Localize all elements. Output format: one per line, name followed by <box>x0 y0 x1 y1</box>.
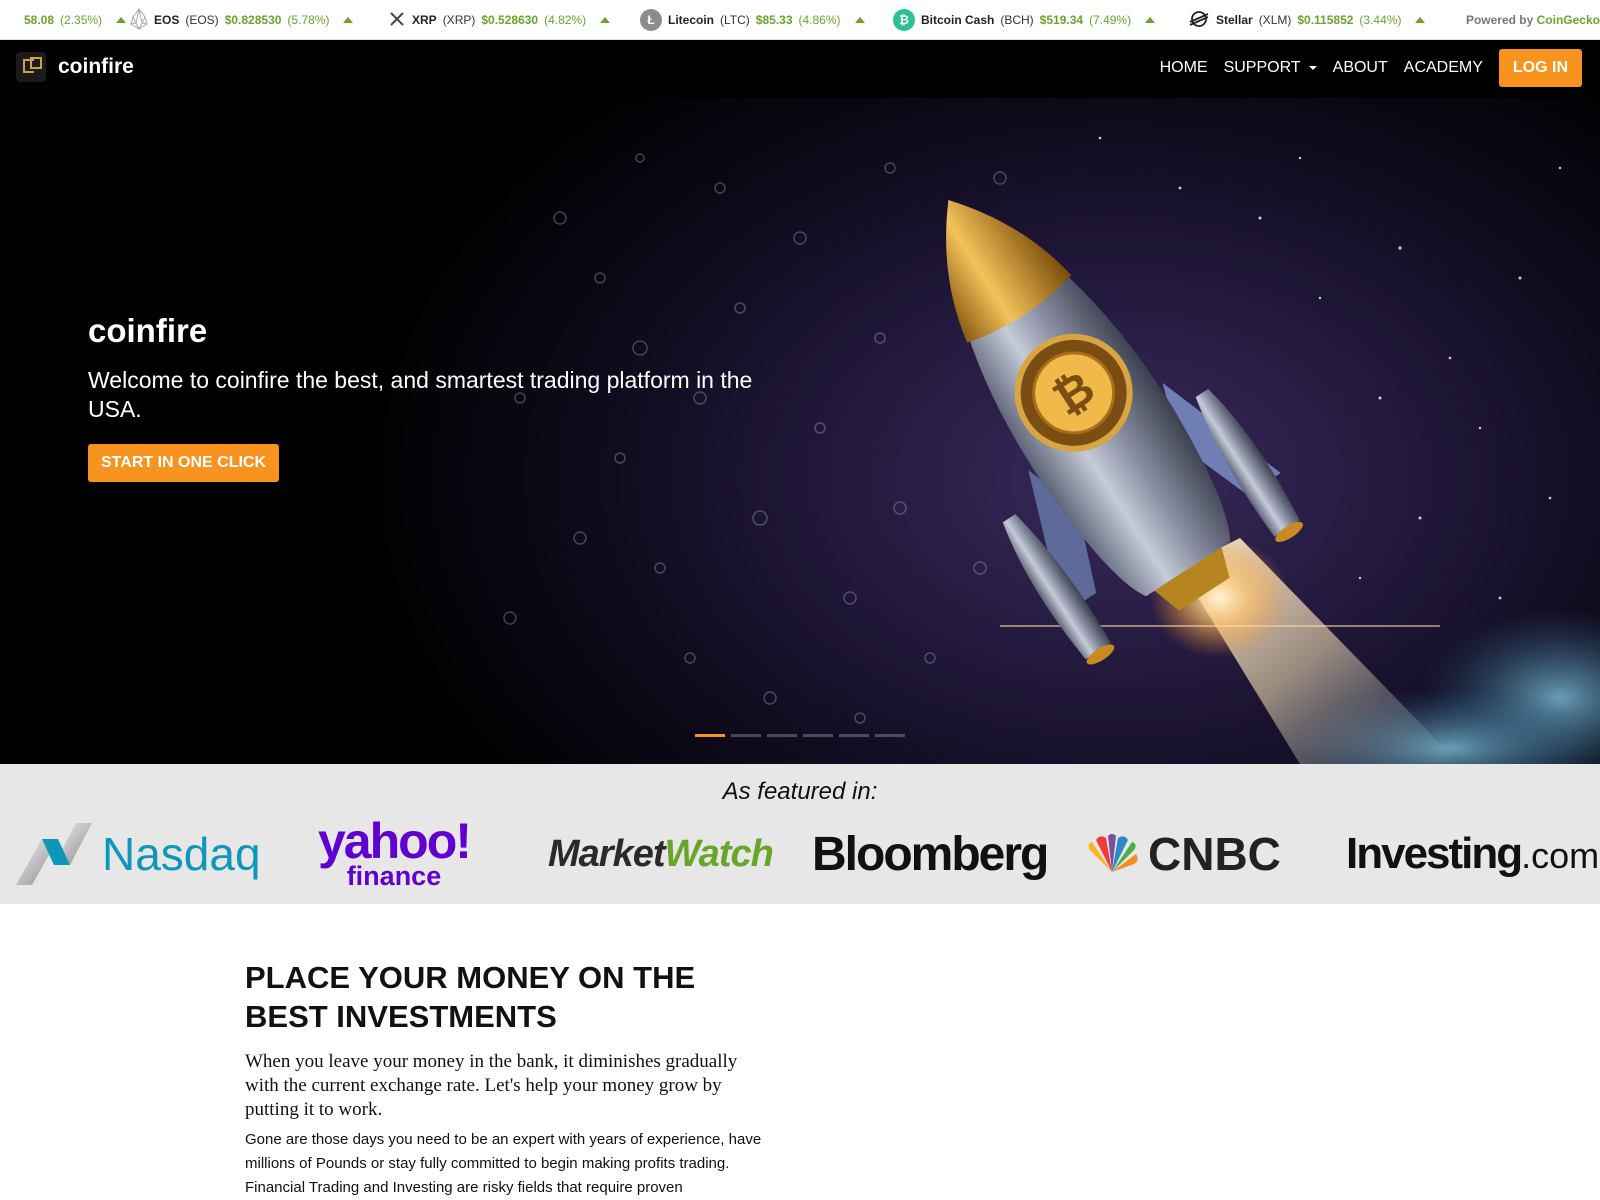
crypto-price-ticker: 58.08 (2.35%) EOS (EOS) $0.828530 (5.78%… <box>0 0 1600 40</box>
hero-carousel: ₿ coinfire Welcome to coinfire the best,… <box>0 98 1600 764</box>
up-arrow-icon <box>343 17 354 23</box>
ticker-price: $0.828530 <box>224 13 282 27</box>
ticker-item[interactable]: EOS (EOS) $0.828530 (5.78%) <box>130 0 354 39</box>
cnbc-wordmark: CNBC <box>1148 828 1281 880</box>
bitcoin-cash-icon: ₿ <box>893 9 915 31</box>
ticker-symbol: (BCH) <box>1000 13 1034 27</box>
login-button[interactable]: LOG IN <box>1498 49 1582 87</box>
ticker-price: $0.115852 <box>1297 13 1354 27</box>
ticker-name: Stellar <box>1216 13 1253 27</box>
carousel-indicators <box>695 734 905 737</box>
marketwatch-logo: MarketWatch <box>548 814 774 894</box>
investing-com-logo: Investing.com <box>1346 814 1599 894</box>
ticker-change: (3.44%) <box>1359 13 1402 27</box>
ticker-item[interactable]: 58.08 (2.35%) <box>24 0 127 39</box>
hero-caption: coinfire Welcome to coinfire the best, a… <box>88 312 808 482</box>
section-heading: PLACE YOUR MONEY ON THE BEST INVESTMENTS <box>245 960 696 1034</box>
ticker-item[interactable]: Stellar (XLM) $0.115852 (3.44%) <box>1188 0 1426 39</box>
ticker-symbol: (EOS) <box>185 13 219 27</box>
ticker-price: $85.33 <box>755 13 793 27</box>
carousel-indicator[interactable] <box>839 734 869 737</box>
carousel-indicator[interactable] <box>695 734 725 737</box>
ticker-change: (4.82%) <box>544 13 587 27</box>
ticker-price: $0.528630 <box>481 13 539 27</box>
nav-support-dropdown[interactable]: SUPPORT <box>1216 49 1325 87</box>
carousel-indicator[interactable] <box>767 734 797 737</box>
carousel-indicator[interactable] <box>731 734 761 737</box>
carousel-indicator[interactable] <box>875 734 905 737</box>
powered-by-coingecko[interactable]: Powered by CoinGecko <box>1465 0 1600 39</box>
investing-suffix: .com <box>1521 835 1600 876</box>
cnbc-logo: CNBC <box>1082 814 1281 894</box>
ticker-name: Litecoin <box>668 13 715 27</box>
nav-support-label: SUPPORT <box>1223 59 1301 76</box>
brand-name: coinfire <box>58 55 134 78</box>
marketwatch-market: Market <box>548 832 665 875</box>
main-navbar: coinfire HOME SUPPORT ABOUT ACADEMY LOG … <box>0 40 1600 98</box>
up-arrow-icon <box>1145 17 1156 23</box>
featured-in-section: As featured in: Nasdaq yahoo! finance Ma… <box>0 764 1600 904</box>
nav-menu: HOME SUPPORT ABOUT ACADEMY LOG IN <box>1152 49 1582 87</box>
ticker-change: (4.86%) <box>798 13 841 27</box>
ticker-name: Bitcoin Cash <box>921 13 995 27</box>
carousel-indicator[interactable] <box>803 734 833 737</box>
investing-wordmark: Investing <box>1346 829 1523 878</box>
up-arrow-icon <box>600 17 611 23</box>
eos-icon <box>130 7 148 33</box>
featured-label: As featured in: <box>722 778 878 805</box>
up-arrow-icon <box>116 17 127 23</box>
hero-subtitle: Welcome to coinfire the best, and smarte… <box>88 367 753 422</box>
nasdaq-wordmark: Nasdaq <box>102 828 261 880</box>
provider-link[interactable]: CoinGecko <box>1537 13 1600 27</box>
ticker-price: $519.34 <box>1039 13 1084 27</box>
ticker-symbol: (LTC) <box>720 13 750 27</box>
nav-about[interactable]: ABOUT <box>1325 49 1396 87</box>
coinfire-logo-icon <box>16 52 46 82</box>
nbc-peacock-icon <box>1088 834 1138 872</box>
powered-by-label: Powered by <box>1465 13 1534 27</box>
up-arrow-icon <box>854 17 865 23</box>
ticker-change: (5.78%) <box>287 13 330 27</box>
ticker-change: (2.35%) <box>60 13 103 27</box>
start-in-one-click-button[interactable]: START IN ONE CLICK <box>88 444 280 482</box>
nasdaq-mark-icon <box>16 823 92 885</box>
nav-academy[interactable]: ACADEMY <box>1396 49 1491 87</box>
ticker-price: 58.08 <box>24 13 55 27</box>
brand-link[interactable]: coinfire <box>16 52 134 82</box>
ticker-item[interactable]: XRP (XRP) $0.528630 (4.82%) <box>388 0 611 39</box>
ticker-symbol: (XLM) <box>1258 13 1292 27</box>
xrp-icon <box>388 10 406 31</box>
ticker-symbol: (XRP) <box>442 13 476 27</box>
section-body: Gone are those days you need to be an ex… <box>245 1131 762 1196</box>
hero-title: coinfire <box>88 312 208 349</box>
ticker-item[interactable]: ₿ Bitcoin Cash (BCH) $519.34 (7.49%) <box>893 0 1156 39</box>
litecoin-icon: Ł <box>640 9 662 31</box>
stellar-icon <box>1188 8 1210 33</box>
ticker-change: (7.49%) <box>1089 13 1132 27</box>
nav-home[interactable]: HOME <box>1152 49 1216 87</box>
ticker-item[interactable]: Ł Litecoin (LTC) $85.33 (4.86%) <box>640 0 865 39</box>
bloomberg-wordmark: Bloomberg <box>812 827 1049 881</box>
ticker-name: XRP <box>412 13 437 27</box>
marketwatch-watch: Watch <box>664 832 774 875</box>
investments-section: PLACE YOUR MONEY ON THE BEST INVESTMENTS… <box>245 958 775 1200</box>
section-lead: When you leave your money in the bank, i… <box>245 1051 738 1120</box>
bloomberg-logo: Bloomberg <box>812 814 1049 894</box>
yahoo-wordmark: yahoo! <box>318 813 472 870</box>
caret-down-icon <box>1308 66 1317 70</box>
ticker-name: EOS <box>154 13 180 27</box>
nasdaq-logo: Nasdaq <box>14 814 261 894</box>
up-arrow-icon <box>1415 17 1426 23</box>
yahoo-finance-logo: yahoo! finance <box>318 813 472 894</box>
